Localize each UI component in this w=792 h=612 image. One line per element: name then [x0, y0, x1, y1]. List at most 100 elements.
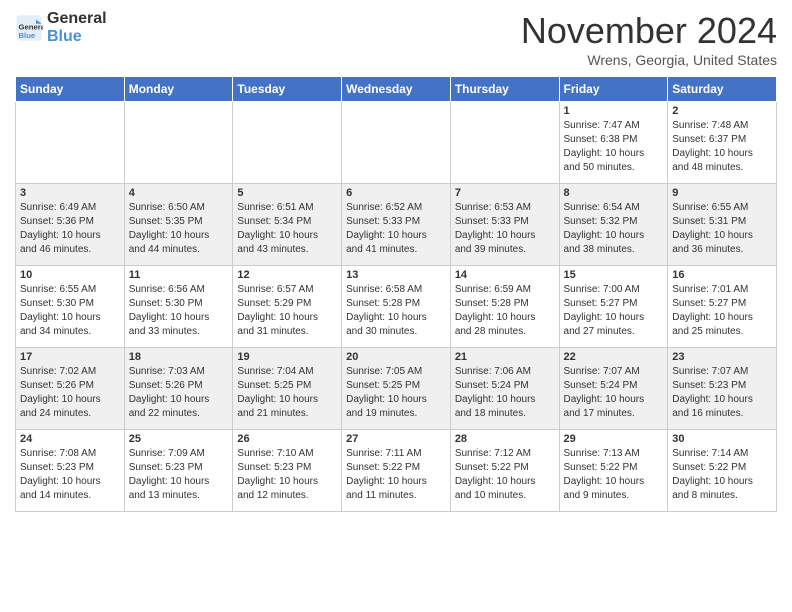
day-cell — [124, 102, 233, 184]
week-row-2: 10 Sunrise: 6:55 AM Sunset: 5:30 PM Dayli… — [16, 266, 777, 348]
day-info: Sunrise: 7:12 AM Sunset: 5:22 PM Dayligh… — [455, 447, 555, 503]
day-info: Sunrise: 6:55 AM Sunset: 5:30 PM Dayligh… — [20, 283, 120, 339]
day-info: Sunrise: 6:49 AM Sunset: 5:36 PM Dayligh… — [20, 201, 120, 257]
header-thursday: Thursday — [450, 77, 559, 102]
day-info: Sunrise: 7:04 AM Sunset: 5:25 PM Dayligh… — [237, 365, 337, 421]
day-cell: 29Sunrise: 7:13 AM Sunset: 5:22 PM Dayli… — [559, 430, 668, 512]
day-number: 18 — [129, 351, 229, 363]
day-info: Sunrise: 6:59 AM Sunset: 5:28 PM Dayligh… — [455, 283, 555, 339]
header-wednesday: Wednesday — [342, 77, 451, 102]
day-cell: 1Sunrise: 7:47 AM Sunset: 6:38 PM Daylig… — [559, 102, 668, 184]
day-number: 26 — [237, 433, 337, 445]
day-number: 7 — [455, 187, 555, 199]
day-cell — [450, 102, 559, 184]
day-cell: 14 Sunrise: 6:59 AM Sunset: 5:28 PM Dayli… — [450, 266, 559, 348]
day-number: 3 — [20, 187, 120, 199]
day-info: Sunrise: 7:02 AM Sunset: 5:26 PM Dayligh… — [20, 365, 120, 421]
day-cell: 27Sunrise: 7:11 AM Sunset: 5:22 PM Dayli… — [342, 430, 451, 512]
day-number: 1 — [564, 105, 664, 117]
day-cell: 24 Sunrise: 7:08 AM Sunset: 5:23 PM Dayli… — [16, 430, 125, 512]
day-info: Sunrise: 6:51 AM Sunset: 5:34 PM Dayligh… — [237, 201, 337, 257]
day-cell: 22Sunrise: 7:07 AM Sunset: 5:24 PM Dayli… — [559, 348, 668, 430]
day-number: 9 — [672, 187, 772, 199]
day-number: 11 — [129, 269, 229, 281]
day-info: Sunrise: 7:07 AM Sunset: 5:23 PM Dayligh… — [672, 365, 772, 421]
day-cell: 11 Sunrise: 6:56 AM Sunset: 5:30 PM Dayli… — [124, 266, 233, 348]
svg-text:Blue: Blue — [19, 30, 36, 39]
day-number: 30 — [672, 433, 772, 445]
day-cell — [233, 102, 342, 184]
day-number: 16 — [672, 269, 772, 281]
day-number: 21 — [455, 351, 555, 363]
day-cell: 4 Sunrise: 6:50 AM Sunset: 5:35 PM Daylig… — [124, 184, 233, 266]
location: Wrens, Georgia, United States — [521, 52, 777, 68]
day-cell: 6 Sunrise: 6:52 AM Sunset: 5:33 PM Daylig… — [342, 184, 451, 266]
header-friday: Friday — [559, 77, 668, 102]
day-cell: 12Sunrise: 6:57 AM Sunset: 5:29 PM Dayli… — [233, 266, 342, 348]
day-cell: 15 Sunrise: 7:00 AM Sunset: 5:27 PM Dayli… — [559, 266, 668, 348]
calendar-body: 1Sunrise: 7:47 AM Sunset: 6:38 PM Daylig… — [16, 102, 777, 512]
day-cell — [16, 102, 125, 184]
day-info: Sunrise: 7:14 AM Sunset: 5:22 PM Dayligh… — [672, 447, 772, 503]
day-number: 23 — [672, 351, 772, 363]
day-cell: 20Sunrise: 7:05 AM Sunset: 5:25 PM Dayli… — [342, 348, 451, 430]
day-number: 4 — [129, 187, 229, 199]
day-cell: 23 Sunrise: 7:07 AM Sunset: 5:23 PM Dayli… — [668, 348, 777, 430]
day-info: Sunrise: 7:01 AM Sunset: 5:27 PM Dayligh… — [672, 283, 772, 339]
header-sunday: Sunday — [16, 77, 125, 102]
day-cell: 21Sunrise: 7:06 AM Sunset: 5:24 PM Dayli… — [450, 348, 559, 430]
title-block: November 2024 Wrens, Georgia, United Sta… — [521, 10, 777, 68]
day-info: Sunrise: 7:00 AM Sunset: 5:27 PM Dayligh… — [564, 283, 664, 339]
day-cell: 9 Sunrise: 6:55 AM Sunset: 5:31 PM Daylig… — [668, 184, 777, 266]
day-number: 29 — [564, 433, 664, 445]
day-info: Sunrise: 6:58 AM Sunset: 5:28 PM Dayligh… — [346, 283, 446, 339]
day-info: Sunrise: 7:08 AM Sunset: 5:23 PM Dayligh… — [20, 447, 120, 503]
day-cell: 28 Sunrise: 7:12 AM Sunset: 5:22 PM Dayli… — [450, 430, 559, 512]
day-number: 19 — [237, 351, 337, 363]
day-number: 15 — [564, 269, 664, 281]
logo-general: General — [47, 10, 107, 28]
day-info: Sunrise: 7:11 AM Sunset: 5:22 PM Dayligh… — [346, 447, 446, 503]
day-number: 13 — [346, 269, 446, 281]
week-row-4: 24 Sunrise: 7:08 AM Sunset: 5:23 PM Dayli… — [16, 430, 777, 512]
day-cell: 5 Sunrise: 6:51 AM Sunset: 5:34 PM Daylig… — [233, 184, 342, 266]
day-cell: 26Sunrise: 7:10 AM Sunset: 5:23 PM Dayli… — [233, 430, 342, 512]
day-number: 2 — [672, 105, 772, 117]
day-number: 28 — [455, 433, 555, 445]
day-cell — [342, 102, 451, 184]
day-info: Sunrise: 7:05 AM Sunset: 5:25 PM Dayligh… — [346, 365, 446, 421]
calendar-header: SundayMondayTuesdayWednesdayThursdayFrid… — [16, 77, 777, 102]
day-number: 8 — [564, 187, 664, 199]
day-cell: 2Sunrise: 7:48 AM Sunset: 6:37 PM Daylig… — [668, 102, 777, 184]
day-info: Sunrise: 6:53 AM Sunset: 5:33 PM Dayligh… — [455, 201, 555, 257]
calendar-table: SundayMondayTuesdayWednesdayThursdayFrid… — [15, 76, 777, 512]
day-cell: 13 Sunrise: 6:58 AM Sunset: 5:28 PM Dayli… — [342, 266, 451, 348]
day-cell: 16 Sunrise: 7:01 AM Sunset: 5:27 PM Dayli… — [668, 266, 777, 348]
day-info: Sunrise: 6:50 AM Sunset: 5:35 PM Dayligh… — [129, 201, 229, 257]
day-cell: 19 Sunrise: 7:04 AM Sunset: 5:25 PM Dayli… — [233, 348, 342, 430]
week-row-3: 17 Sunrise: 7:02 AM Sunset: 5:26 PM Dayli… — [16, 348, 777, 430]
header: General Blue General Blue November 2024 … — [15, 10, 777, 68]
day-cell: 17 Sunrise: 7:02 AM Sunset: 5:26 PM Dayli… — [16, 348, 125, 430]
day-info: Sunrise: 6:56 AM Sunset: 5:30 PM Dayligh… — [129, 283, 229, 339]
day-number: 10 — [20, 269, 120, 281]
day-cell: 7 Sunrise: 6:53 AM Sunset: 5:33 PM Daylig… — [450, 184, 559, 266]
day-info: Sunrise: 6:55 AM Sunset: 5:31 PM Dayligh… — [672, 201, 772, 257]
header-monday: Monday — [124, 77, 233, 102]
day-cell: 25Sunrise: 7:09 AM Sunset: 5:23 PM Dayli… — [124, 430, 233, 512]
header-tuesday: Tuesday — [233, 77, 342, 102]
day-info: Sunrise: 7:09 AM Sunset: 5:23 PM Dayligh… — [129, 447, 229, 503]
day-cell: 30 Sunrise: 7:14 AM Sunset: 5:22 PM Dayli… — [668, 430, 777, 512]
week-row-1: 3 Sunrise: 6:49 AM Sunset: 5:36 PM Daylig… — [16, 184, 777, 266]
day-number: 14 — [455, 269, 555, 281]
month-title: November 2024 — [521, 10, 777, 52]
day-info: Sunrise: 6:52 AM Sunset: 5:33 PM Dayligh… — [346, 201, 446, 257]
day-number: 5 — [237, 187, 337, 199]
day-number: 24 — [20, 433, 120, 445]
day-number: 6 — [346, 187, 446, 199]
logo-blue: Blue — [47, 28, 107, 46]
logo: General Blue General Blue — [15, 10, 107, 45]
day-number: 17 — [20, 351, 120, 363]
day-number: 12 — [237, 269, 337, 281]
day-cell: 18Sunrise: 7:03 AM Sunset: 5:26 PM Dayli… — [124, 348, 233, 430]
